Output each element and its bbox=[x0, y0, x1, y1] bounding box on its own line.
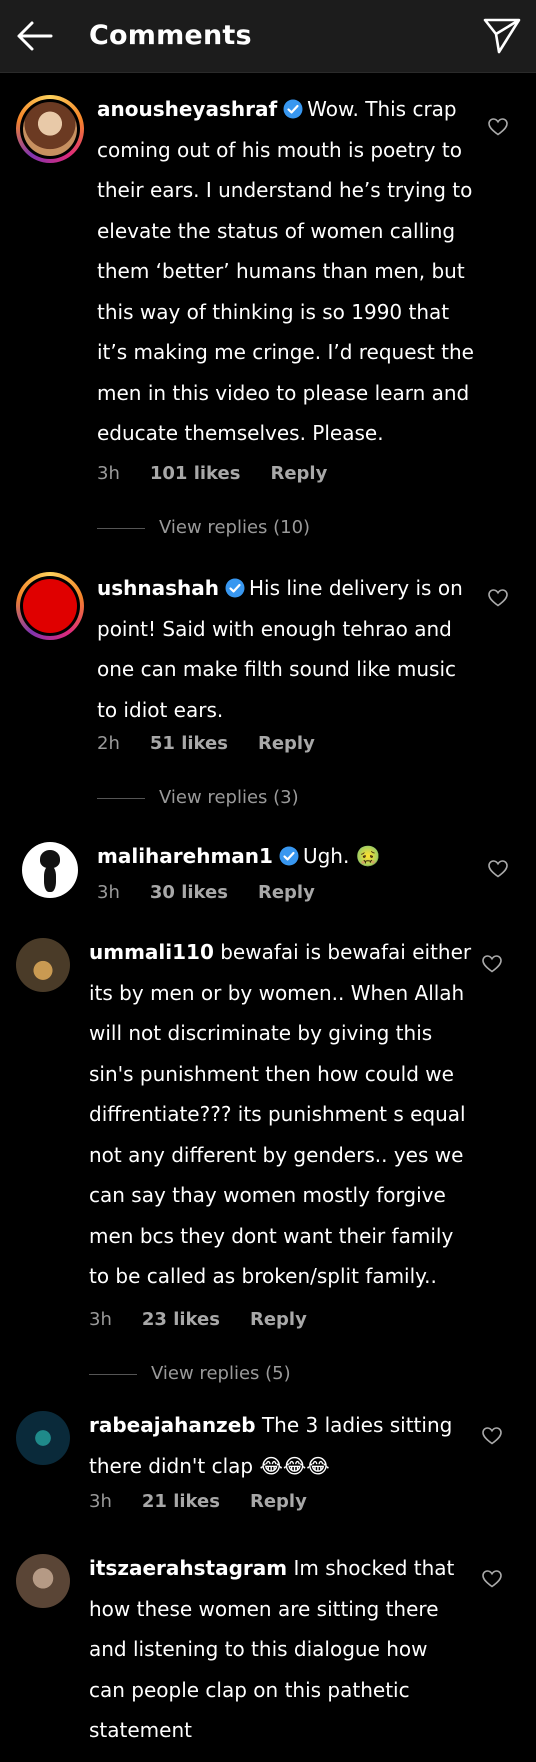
comment-text: maliharehman1 Ugh. 🤢 bbox=[97, 844, 381, 868]
username[interactable]: anousheyashraf bbox=[97, 97, 277, 121]
paper-plane-icon[interactable] bbox=[482, 16, 522, 56]
verified-badge-icon bbox=[225, 578, 245, 598]
divider bbox=[97, 797, 145, 799]
avatar[interactable] bbox=[16, 1411, 70, 1465]
comment-text: rabeajahanzeb The 3 ladies sitting there… bbox=[89, 1413, 453, 1478]
comment-text: anousheyashraf Wow. This crap coming out … bbox=[97, 97, 474, 445]
heart-icon[interactable] bbox=[482, 955, 502, 973]
comment-meta: 3h 30 likes Reply bbox=[97, 882, 345, 903]
heart-icon[interactable] bbox=[482, 1427, 502, 1445]
username[interactable]: ushnashah bbox=[97, 576, 219, 600]
likes-count[interactable]: 30 likes bbox=[150, 882, 228, 903]
view-replies-button[interactable]: View replies (5) bbox=[89, 1363, 291, 1384]
heart-icon[interactable] bbox=[488, 589, 508, 607]
comment-text: ummali110 bewafai is bewafai either its … bbox=[89, 940, 472, 1288]
reply-button[interactable]: Reply bbox=[250, 1491, 307, 1512]
reply-button[interactable]: Reply bbox=[270, 463, 327, 484]
avatar[interactable] bbox=[16, 938, 70, 992]
avatar[interactable] bbox=[16, 1554, 70, 1608]
comment-meta: 2h 51 likes Reply bbox=[97, 733, 345, 754]
timestamp: 3h bbox=[89, 1309, 112, 1330]
comment-meta: 3h 21 likes Reply bbox=[89, 1491, 337, 1512]
top-bar: Comments bbox=[0, 0, 536, 73]
page-title: Comments bbox=[89, 20, 252, 51]
heart-icon[interactable] bbox=[488, 860, 508, 878]
avatar[interactable] bbox=[22, 842, 78, 898]
verified-badge-icon bbox=[279, 846, 299, 866]
heart-icon[interactable] bbox=[482, 1570, 502, 1588]
divider bbox=[97, 527, 145, 529]
username[interactable]: itszaerahstagram bbox=[89, 1556, 287, 1580]
comment-text: itszaerahstagram Im shocked that how the… bbox=[89, 1556, 455, 1742]
comment-meta: 3h 101 likes Reply bbox=[97, 463, 357, 484]
reply-button[interactable]: Reply bbox=[258, 882, 315, 903]
avatar[interactable] bbox=[16, 572, 84, 640]
likes-count[interactable]: 23 likes bbox=[142, 1309, 220, 1330]
likes-count[interactable]: 101 likes bbox=[150, 463, 241, 484]
timestamp: 2h bbox=[97, 733, 120, 754]
username[interactable]: maliharehman1 bbox=[97, 844, 273, 868]
comment-meta: 3h 23 likes Reply bbox=[89, 1309, 337, 1330]
reply-button[interactable]: Reply bbox=[258, 733, 315, 754]
username[interactable]: ummali110 bbox=[89, 940, 214, 964]
divider bbox=[89, 1373, 137, 1375]
avatar[interactable] bbox=[16, 95, 84, 163]
back-arrow-icon[interactable] bbox=[14, 18, 54, 54]
timestamp: 3h bbox=[97, 463, 120, 484]
heart-icon[interactable] bbox=[488, 118, 508, 136]
verified-badge-icon bbox=[283, 99, 303, 119]
username[interactable]: rabeajahanzeb bbox=[89, 1413, 256, 1437]
timestamp: 3h bbox=[89, 1491, 112, 1512]
comment-text: ushnashah His line delivery is on point! … bbox=[97, 576, 463, 722]
likes-count[interactable]: 51 likes bbox=[150, 733, 228, 754]
view-replies-button[interactable]: View replies (3) bbox=[97, 787, 299, 808]
timestamp: 3h bbox=[97, 882, 120, 903]
view-replies-button[interactable]: View replies (10) bbox=[97, 517, 310, 538]
reply-button[interactable]: Reply bbox=[250, 1309, 307, 1330]
likes-count[interactable]: 21 likes bbox=[142, 1491, 220, 1512]
